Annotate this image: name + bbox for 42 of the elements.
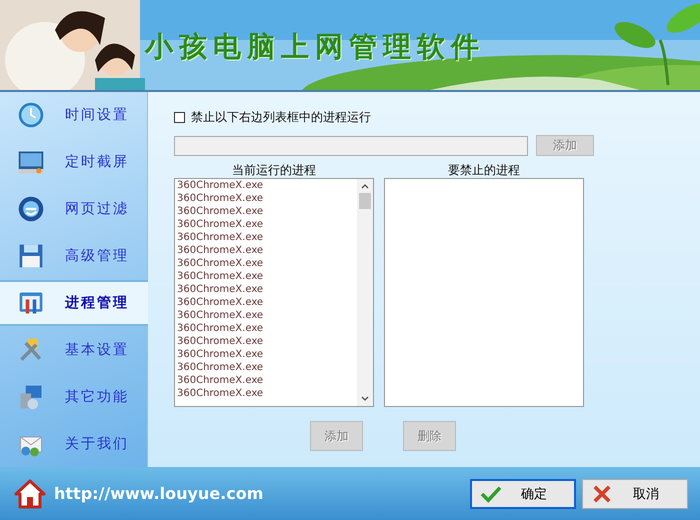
- sidebar-item[interactable]: 基本设置: [0, 326, 147, 374]
- process-item[interactable]: 360ChromeX.exe: [175, 218, 357, 231]
- process-item[interactable]: 360ChromeX.exe: [175, 192, 357, 205]
- process-item[interactable]: 360ChromeX.exe: [175, 361, 357, 374]
- clock-icon: [17, 101, 45, 130]
- cancel-button[interactable]: 取消: [582, 478, 688, 508]
- scrollbar[interactable]: [357, 179, 373, 406]
- sidebar-item[interactable]: 时间设置: [0, 92, 147, 139]
- process-item[interactable]: 360ChromeX.exe: [175, 179, 357, 192]
- sidebar-item[interactable]: 关于我们: [0, 420, 147, 468]
- running-process-list[interactable]: [174, 178, 374, 407]
- process-item[interactable]: 360ChromeX.exe: [175, 322, 357, 335]
- scroll-down-icon[interactable]: [360, 395, 370, 403]
- process-item[interactable]: 360ChromeX.exe: [175, 257, 357, 270]
- checkmark-icon: [480, 484, 502, 502]
- process-item[interactable]: 360ChromeX.exe: [175, 283, 357, 296]
- sidebar-item[interactable]: 高级管理: [0, 232, 147, 280]
- process-item[interactable]: 360ChromeX.exe: [175, 335, 357, 348]
- sidebar-item[interactable]: 进程管理: [0, 280, 148, 326]
- list-heading: 当前运行的进程: [232, 162, 316, 178]
- sidebar-item[interactable]: 网页过滤: [0, 186, 147, 233]
- home-icon: [14, 478, 46, 510]
- scroll-up-icon[interactable]: [360, 182, 370, 190]
- browser-icon: [17, 195, 45, 224]
- process-item[interactable]: 360ChromeX.exe: [175, 309, 357, 322]
- process-item[interactable]: 360ChromeX.exe: [175, 296, 357, 309]
- process-item[interactable]: 360ChromeX.exe: [175, 348, 357, 361]
- process-item[interactable]: 360ChromeX.exe: [175, 205, 357, 218]
- sidebar-item[interactable]: 其它功能: [0, 373, 147, 420]
- process-item[interactable]: 360ChromeX.exe: [175, 387, 357, 400]
- scrollbar-thumb[interactable]: [359, 193, 371, 209]
- process-item[interactable]: 360ChromeX.exe: [175, 374, 357, 387]
- process-item[interactable]: 360ChromeX.exe: [175, 244, 357, 257]
- checkbox-label: 禁止以下右边列表框中的进程运行: [191, 108, 371, 126]
- ok-button[interactable]: 确定: [470, 478, 576, 508]
- list-heading: 要禁止的进程: [448, 162, 520, 178]
- process-item[interactable]: 360ChromeX.exe: [175, 231, 357, 244]
- process-item[interactable]: 360ChromeX.exe: [175, 270, 357, 283]
- close-icon: [591, 484, 613, 502]
- app-title: 小孩电脑上网管理软件: [145, 29, 485, 65]
- checkbox[interactable]: [174, 112, 185, 122]
- sidebar-item[interactable]: 定时截屏: [0, 138, 147, 186]
